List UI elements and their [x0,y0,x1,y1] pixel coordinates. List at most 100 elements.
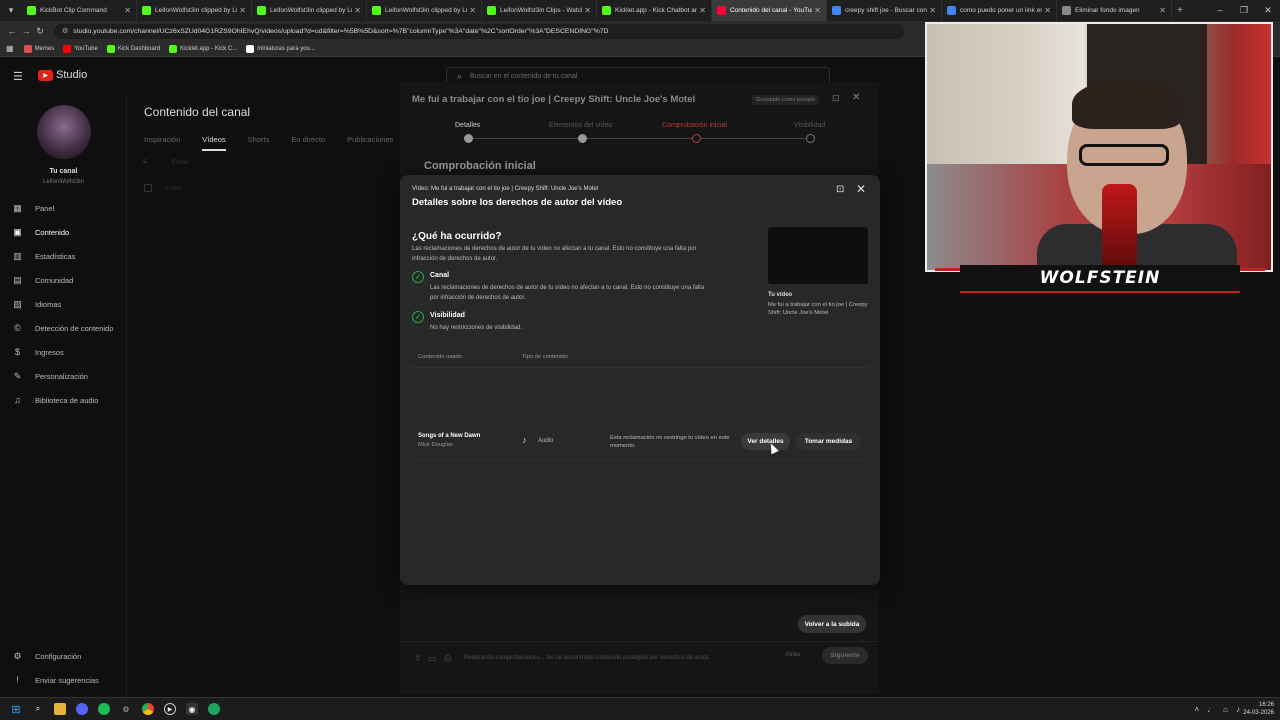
reload-icon[interactable]: ↻ [34,26,46,37]
url-field[interactable]: ⚙ studio.youtube.com/channel/UCz6xSZUd04… [54,23,904,39]
bookmark-item[interactable]: Kick Dashboard [106,44,160,53]
browser-tab[interactable]: Contenido del canal - YouTub ✕ [712,0,827,21]
filter-icon[interactable]: ≡ [142,157,147,166]
step-details[interactable]: Detalles [455,122,480,129]
webcam-overlay [925,22,1273,272]
volume-icon[interactable]: ♪ [1236,705,1240,714]
settings-app-icon[interactable]: ⚙ [120,703,132,715]
taskbar: ⊞ ⌕ ⚙ ▶ ◉ ˄ ♩ ⌂ ♪ 16:26 24-03-2026 [0,697,1280,720]
take-action-button[interactable]: Tomar medidas [796,433,861,450]
sidebar-item-community[interactable]: ▤ Comunidad [12,275,124,286]
browser-tab[interactable]: Kicklet.app - Kick Chatbot and ✕ [597,0,712,21]
bookmark-item[interactable]: YouTube [63,44,98,53]
tab-videos[interactable]: Vídeos [202,135,226,151]
feedback-icon[interactable]: ⊡ [832,93,840,104]
close-window-icon[interactable]: ✕ [1256,0,1280,21]
studio-logo[interactable]: ▶ Studio [38,69,87,81]
windows-start-icon[interactable]: ⊞ [10,703,22,716]
media-player-icon[interactable]: ▶ [164,703,176,715]
search-icon[interactable]: ⌕ [32,703,44,715]
new-tab-button[interactable]: + [1172,5,1188,16]
analytics-icon: ▥ [13,251,22,261]
sidebar-item-earn[interactable]: $ Ingresos [12,347,124,357]
maximize-icon[interactable]: ❐ [1232,0,1256,21]
close-icon[interactable]: ✕ [852,92,860,103]
select-all-checkbox[interactable] [144,184,152,192]
step-video-elements[interactable]: Elementos del vídeo [549,122,612,129]
tab-favicon-icon [372,6,381,15]
chevron-up-icon[interactable]: ˄ [1194,705,1199,714]
avatar[interactable] [37,105,91,159]
sidebar-item-feedback[interactable]: ! Enviar sugerencias [12,675,124,685]
next-button[interactable]: Siguiente [822,647,868,664]
whatsapp-icon[interactable] [208,703,220,715]
modal-subtitle: Vídeo: Me fui a trabajar con el tio joe … [412,186,599,192]
spotify-icon[interactable] [98,703,110,715]
sidebar-item-content[interactable]: ▣ Contenido [12,227,124,238]
browser-tab[interactable]: como puedo poner un link en ✕ [942,0,1057,21]
browser-tab[interactable]: Eliminar fondo imagen ✕ [1057,0,1172,21]
microphone-icon[interactable]: ♩ [1207,705,1215,714]
tab-label: LeifonWolfst3in clipped by Lu [270,7,352,14]
sidebar-item-customization[interactable]: ✎ Personalización [12,371,124,382]
back-button[interactable]: Atrás [785,651,800,658]
obs-icon[interactable]: ◉ [186,703,198,715]
bookmark-item[interactable]: Kicklet.app - Kick C... [169,44,237,53]
tab-close-icon[interactable]: ✕ [814,6,821,15]
file-explorer-icon[interactable] [54,703,66,715]
browser-tab[interactable]: LeifonWolfst3in clipped by Lu ✕ [137,0,252,21]
bookmark-label: YouTube [74,45,98,52]
sidebar-item-label: Panel [35,204,55,213]
tab-close-icon[interactable]: ✕ [469,6,476,15]
tab-close-icon[interactable]: ✕ [1159,6,1166,15]
bookmark-item[interactable]: Memes [23,44,54,53]
see-details-button[interactable]: Ver detalles [741,433,790,450]
chrome-icon[interactable] [142,703,154,715]
page-title: Contenido del canal [144,105,251,119]
step-checks[interactable]: Comprobación inicial [662,122,727,129]
hd-icon: ▭ [428,653,437,663]
browser-tab[interactable]: KickBot Clip Command ✕ [22,0,137,21]
browser-tab[interactable]: LeifonWolfst3in clipped by Lu ✕ [252,0,367,21]
tab-label: LeifonWolfst3in Clips - Watch [500,7,582,14]
back-icon[interactable]: ← [6,26,18,36]
browser-tab[interactable]: creepy shift joe - Buscar con G ✕ [827,0,942,21]
sidebar-item-languages[interactable]: ▨ Idiomas [12,299,124,310]
network-icon[interactable]: ⌂ [1223,705,1228,714]
sidebar-item-analytics[interactable]: ▥ Estadísticas [12,251,124,262]
bookmark-item[interactable]: miniaturas para you... [246,44,315,53]
forward-icon[interactable]: → [20,26,32,36]
tab-close-icon[interactable]: ✕ [699,6,706,15]
tab-posts[interactable]: Publicaciones [347,135,393,151]
system-clock[interactable]: 16:26 24-03-2026 [1243,701,1274,717]
tab-close-icon[interactable]: ✕ [124,6,131,15]
sidebar-item-audio-library[interactable]: ♫ Biblioteca de audio [12,395,124,405]
tab-close-icon[interactable]: ✕ [354,6,361,15]
browser-tab[interactable]: LeifonWolfst3in Clips - Watch ✕ [482,0,597,21]
apps-icon[interactable]: ▦ [6,44,14,53]
webcam-microphone [1102,184,1137,270]
discord-icon[interactable] [76,703,88,715]
step-visibility[interactable]: Visibilidad [794,122,825,129]
return-to-upload-button[interactable]: Volver a la subida [798,615,866,633]
close-icon[interactable]: ✕ [856,182,866,196]
tab-label: LeifonWolfst3in clipped by Lu [385,7,467,14]
menu-icon[interactable]: ☰ [13,70,23,83]
feedback-icon[interactable]: ⊡ [836,184,844,195]
tab-shorts[interactable]: Shorts [248,135,270,151]
sidebar-item-content-detection[interactable]: © Detección de contenido [12,323,124,333]
tab-close-icon[interactable]: ✕ [239,6,246,15]
sidebar-item-settings[interactable]: ⚙ Configuración [12,651,124,662]
tab-search-icon[interactable]: ▾ [0,0,22,21]
sidebar-item-panel[interactable]: ▦ Panel [12,203,124,214]
tab-close-icon[interactable]: ✕ [929,6,936,15]
minimize-icon[interactable]: – [1208,0,1232,21]
filter-input[interactable]: Filtrar [172,159,189,166]
tab-inspiration[interactable]: Inspiración [144,135,180,151]
tab-close-icon[interactable]: ✕ [584,6,591,15]
check-circle-icon: ◎ [444,653,452,663]
tab-live[interactable]: En directo [291,135,325,151]
site-info-icon[interactable]: ⚙ [62,27,68,35]
tab-close-icon[interactable]: ✕ [1044,6,1051,15]
browser-tab[interactable]: LeifonWolfst3in clipped by Lu ✕ [367,0,482,21]
